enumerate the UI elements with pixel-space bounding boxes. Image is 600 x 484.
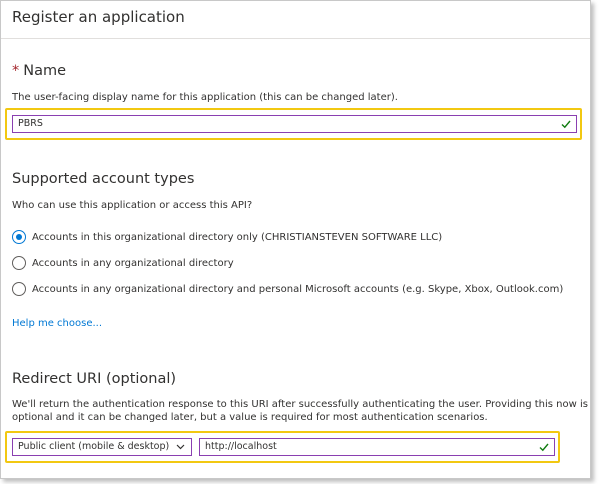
help-me-choose-link[interactable]: Help me choose... [12, 318, 102, 329]
panel-header: Register an application [1, 1, 590, 39]
redirect-description-line2: optional and it can be changed later, bu… [12, 412, 488, 423]
name-input-value: PBRS [18, 118, 43, 129]
register-app-panel: Register an application * Name The user-f… [0, 0, 591, 479]
platform-select-value: Public client (mobile & desktop) [18, 441, 170, 452]
chevron-down-icon [176, 444, 185, 450]
radio-option-label: Accounts in any organizational directory [32, 257, 234, 269]
page-title: Register an application [12, 8, 185, 26]
required-marker: * [12, 63, 20, 79]
name-input[interactable]: PBRS [12, 115, 577, 133]
redirect-uri-input[interactable]: http://localhost [199, 438, 555, 456]
redirect-uri-value: http://localhost [205, 441, 277, 452]
redirect-uri-title: Redirect URI (optional) [12, 371, 177, 387]
checkmark-icon [539, 443, 549, 452]
name-title-text: Name [23, 63, 67, 79]
redirect-description-line1: We'll return the authentication response… [12, 399, 588, 410]
name-description: The user-facing display name for this ap… [12, 92, 398, 103]
radio-unselected-icon[interactable] [12, 282, 26, 296]
platform-select[interactable]: Public client (mobile & desktop) [12, 438, 192, 456]
name-section-title: * Name [12, 63, 66, 79]
radio-option-multi-tenant-personal[interactable]: Accounts in any organizational directory… [12, 281, 563, 297]
radio-option-label: Accounts in any organizational directory… [32, 283, 564, 295]
radio-unselected-icon[interactable] [12, 256, 26, 270]
account-types-question: Who can use this application or access t… [12, 200, 253, 211]
account-types-title: Supported account types [12, 171, 195, 187]
radio-option-label: Accounts in this organizational director… [32, 231, 443, 243]
radio-option-single-tenant[interactable]: Accounts in this organizational director… [12, 229, 442, 245]
radio-option-multi-tenant[interactable]: Accounts in any organizational directory [12, 255, 234, 271]
checkmark-icon [561, 120, 571, 129]
radio-selected-icon[interactable] [12, 230, 26, 244]
